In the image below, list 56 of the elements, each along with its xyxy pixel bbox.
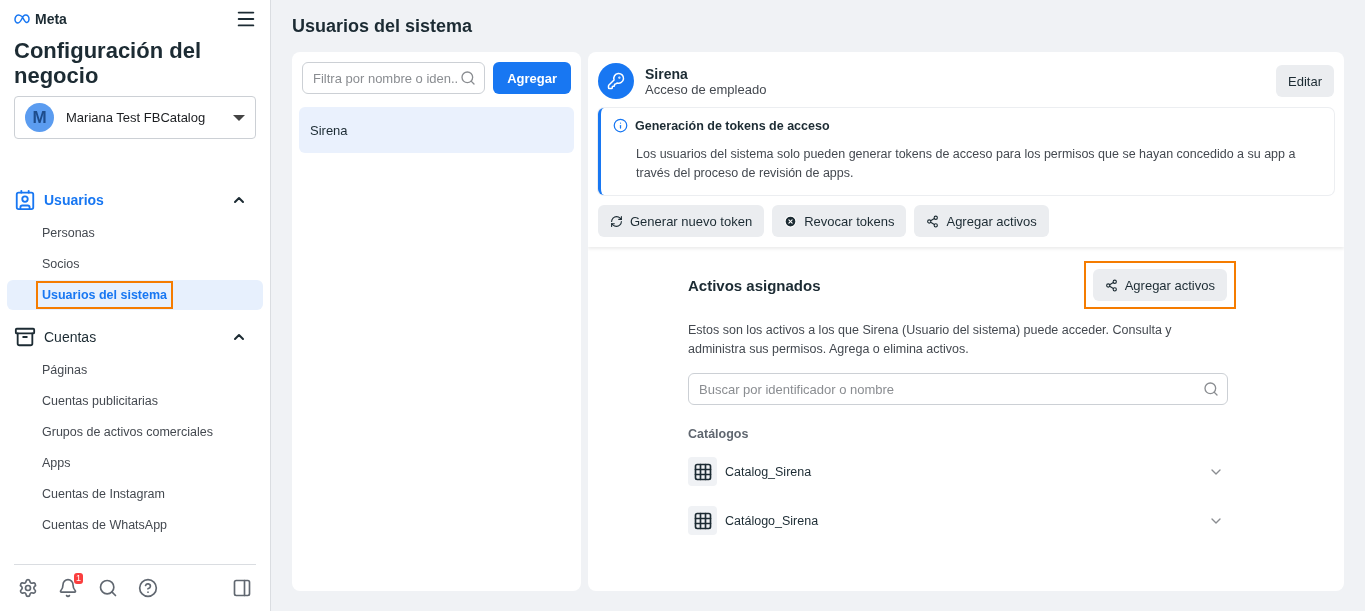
account-selector[interactable]: M Mariana Test FBCatalog <box>14 96 256 139</box>
archive-box-icon <box>14 326 36 348</box>
grid-icon <box>688 506 717 535</box>
nodes-icon <box>1104 278 1118 292</box>
search-icon <box>1203 381 1219 397</box>
user-list-item[interactable]: Sirena <box>299 107 574 153</box>
nav-item[interactable]: Grupos de activos comerciales <box>7 417 263 447</box>
nav-item[interactable]: Apps <box>7 448 263 478</box>
key-icon <box>598 63 634 99</box>
action-button[interactable]: Revocar tokens <box>772 205 907 237</box>
action-button[interactable]: Generar nuevo token <box>598 205 765 237</box>
asset-search-field[interactable]: Buscar por identificador o nombre <box>688 373 1228 405</box>
user-role: Acceso de empleado <box>645 81 768 97</box>
bell-icon[interactable] <box>58 578 78 598</box>
nav-item[interactable]: Páginas <box>7 355 263 385</box>
section-title: Activos asignados <box>688 276 821 294</box>
filter-field[interactable]: Filtra por nombre o iden... <box>302 62 486 94</box>
settings-icon[interactable] <box>18 578 38 598</box>
info-icon <box>613 118 628 133</box>
search-icon <box>460 70 477 86</box>
nav-item[interactable]: Usuarios del sistema <box>7 280 263 310</box>
filter-input[interactable]: Filtra por nombre o iden... <box>311 69 461 87</box>
group-title: Catálogos <box>688 427 750 441</box>
page-title: Usuarios del sistema <box>292 16 474 37</box>
nav-item[interactable]: Cuentas de WhatsApp <box>7 510 263 540</box>
close-circle-icon <box>784 214 798 228</box>
add-button[interactable]: Agregar <box>493 62 571 94</box>
nav-section-header[interactable]: Cuentas <box>7 320 263 354</box>
user-name: Sirena <box>645 65 689 82</box>
help-icon[interactable] <box>138 578 158 598</box>
avatar: M <box>25 103 54 132</box>
grid-icon <box>688 457 717 486</box>
panel-toggle-icon[interactable] <box>232 578 252 598</box>
nav-section-header[interactable]: Usuarios <box>7 183 263 217</box>
notification-count: 1 <box>74 573 83 584</box>
notice-title: Generación de tokens de acceso <box>635 118 830 133</box>
nav-item[interactable]: Socios <box>7 249 263 279</box>
brand-logo: Meta <box>14 11 67 27</box>
add-assets-button[interactable]: Agregar activos <box>1092 269 1227 301</box>
nav-item[interactable]: Cuentas publicitarias <box>7 386 263 416</box>
action-button[interactable]: Agregar activos <box>914 205 1049 237</box>
edit-button[interactable]: Editar <box>1276 65 1334 97</box>
nodes-icon <box>926 214 940 228</box>
nav-item[interactable]: Cuentas de Instagram <box>7 479 263 509</box>
caret-icon <box>233 114 245 121</box>
infinity-icon <box>14 14 32 24</box>
notice-text: Los usuarios del sistema solo pueden generar tokens de acceso para los permisos que se hayan concedido a su app a través del proceso de revisión de apps. <box>636 146 1297 182</box>
asset-row[interactable]: Catálogo_Sirena <box>688 496 1228 545</box>
nav-item[interactable]: Personas <box>7 218 263 248</box>
asset-row[interactable]: Catalog_Sirena <box>688 447 1228 496</box>
search-icon[interactable] <box>98 578 118 598</box>
contact-card-icon <box>14 189 36 211</box>
refresh-icon <box>610 214 623 228</box>
asset-search-input[interactable]: Buscar por identificador o nombre <box>697 380 1203 398</box>
sidebar-title: Configuración del negocio <box>14 38 202 88</box>
assets-description: Estos son los activos a los que Sirena (Usuario del sistema) puede acceder. Consulta y administra sus permisos. Agrega o elimina activos. <box>688 322 1173 358</box>
